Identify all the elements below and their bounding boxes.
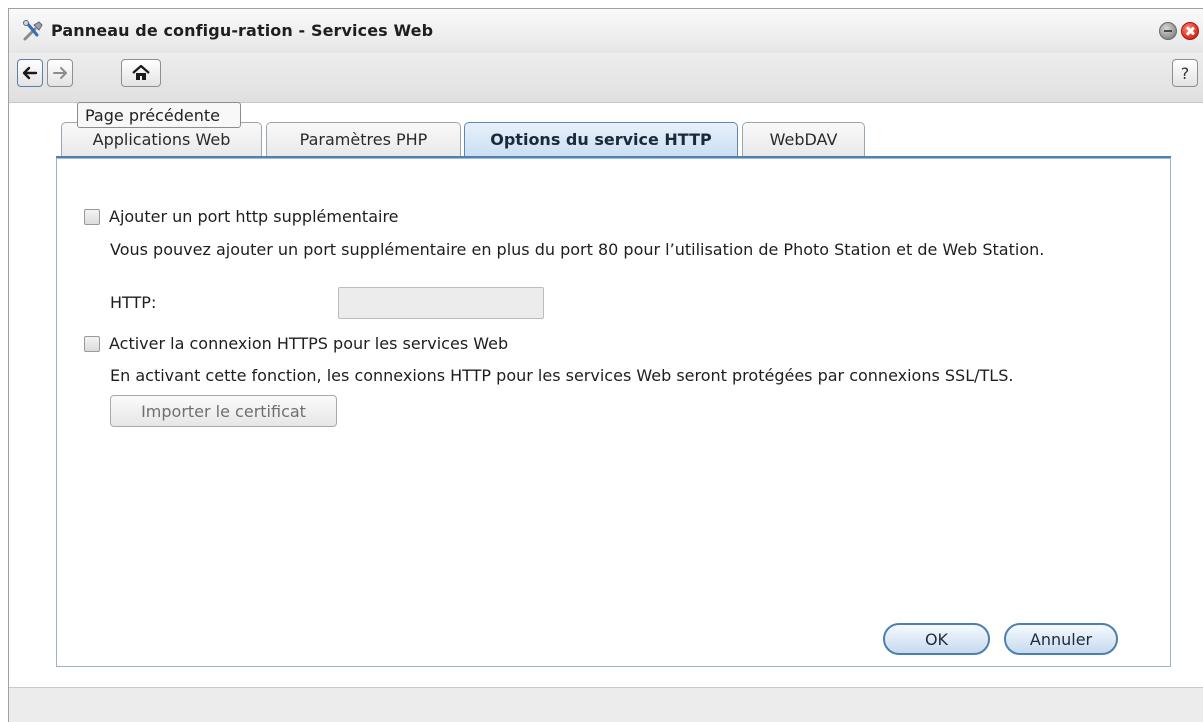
- minimize-button[interactable]: [1159, 22, 1177, 40]
- back-button[interactable]: [17, 59, 43, 87]
- extra-port-description: Vous pouvez ajouter un port supplémentai…: [110, 240, 1045, 259]
- control-panel-window: Panneau de configu-ration - Services Web…: [8, 8, 1203, 722]
- toolbar: ?: [9, 53, 1203, 103]
- status-bar: [9, 687, 1203, 722]
- forward-button[interactable]: [47, 59, 73, 87]
- close-button[interactable]: [1181, 22, 1199, 40]
- tools-icon: [23, 20, 43, 41]
- extra-port-checkbox[interactable]: [84, 209, 100, 225]
- tab-webdav[interactable]: WebDAV: [742, 122, 865, 156]
- title-bar[interactable]: Panneau de configu-ration - Services Web: [9, 9, 1203, 53]
- import-certificate-button[interactable]: Importer le certificat: [110, 395, 337, 427]
- https-description: En activant cette fonction, les connexio…: [110, 366, 1014, 385]
- help-button[interactable]: ?: [1172, 59, 1198, 87]
- extra-port-label: Ajouter un port http supplémentaire: [109, 207, 399, 226]
- http-options-panel: Ajouter un port http supplémentaire Vous…: [56, 159, 1171, 667]
- cancel-button[interactable]: Annuler: [1004, 623, 1118, 655]
- home-button[interactable]: [121, 59, 161, 87]
- https-checkbox[interactable]: [84, 336, 100, 352]
- arrow-left-icon: [22, 66, 38, 80]
- tab-php-settings[interactable]: Paramètres PHP: [266, 122, 461, 156]
- http-port-input[interactable]: [338, 287, 544, 319]
- arrow-right-icon: [53, 67, 67, 79]
- window-title: Panneau de configu-ration - Services Web: [51, 21, 434, 40]
- tab-http-service-options[interactable]: Options du service HTTP: [464, 122, 738, 158]
- https-label: Activer la connexion HTTPS pour les serv…: [109, 334, 509, 353]
- tooltip: Page précédente: [77, 102, 241, 128]
- http-port-label: HTTP:: [110, 293, 157, 312]
- ok-button[interactable]: OK: [883, 623, 990, 655]
- home-icon: [132, 65, 150, 80]
